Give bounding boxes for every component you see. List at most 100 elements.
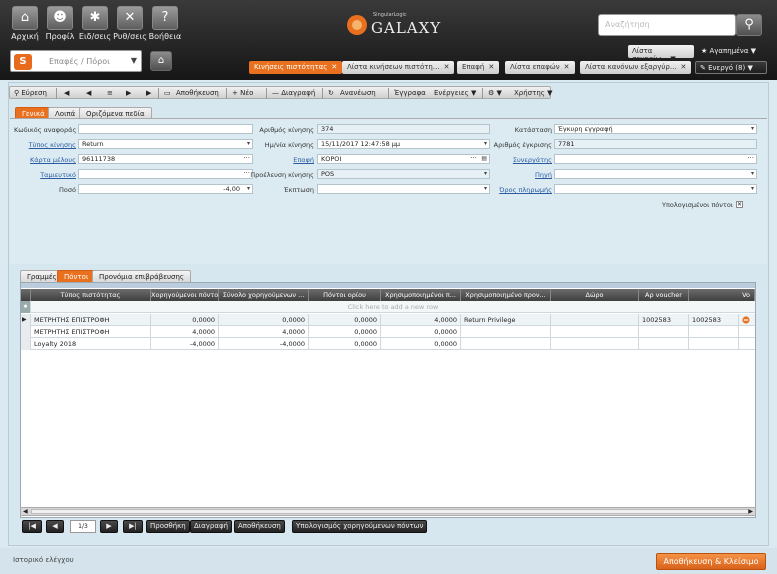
- grid-cell[interactable]: [639, 338, 689, 350]
- move-date-field[interactable]: 15/11/2017 12:47:58 μμ ▾: [317, 139, 490, 149]
- store-label[interactable]: Ταμιευτικό: [14, 171, 76, 179]
- store-field[interactable]: ···: [78, 169, 253, 179]
- col-used-privilege[interactable]: Χρησιμοποιημένο προν...: [461, 289, 551, 301]
- first-record-button[interactable]: ◀: [64, 88, 69, 99]
- next-record-button[interactable]: ▶: [126, 88, 131, 99]
- grid-cell[interactable]: 0,0000: [381, 326, 461, 338]
- lookup-icon[interactable]: ···: [243, 155, 250, 162]
- actions-button[interactable]: Ενέργειες ▼: [434, 88, 476, 99]
- tab-points[interactable]: Πόντοι: [57, 270, 96, 282]
- nav-profile-button[interactable]: ☻ Προφίλ: [43, 6, 77, 46]
- user-menu-button[interactable]: Χρήστης ▼: [514, 88, 552, 99]
- tab-loyalty-moves[interactable]: Κινήσεις πιστότητας ✕: [249, 61, 343, 74]
- new-button[interactable]: + Νέο: [232, 88, 253, 99]
- add-row-text[interactable]: Click here to add a new row: [31, 301, 755, 313]
- grid-cell[interactable]: 1002583: [689, 314, 739, 326]
- grid-add-button[interactable]: Προσθήκη: [146, 520, 190, 533]
- tab-loyalty-moves-list[interactable]: Λίστα κινήσεων πιστότη... ✕: [342, 61, 455, 74]
- grid-cell[interactable]: 4,0000: [151, 326, 219, 338]
- card-field[interactable]: 96111738 ···: [78, 154, 253, 164]
- contact-label[interactable]: Επαφή: [250, 156, 314, 164]
- col-loyalty-type[interactable]: Τύπος πιστότητας: [31, 289, 151, 301]
- close-icon[interactable]: ✕: [444, 63, 450, 71]
- grid-cell[interactable]: [461, 338, 551, 350]
- grid-delete-button[interactable]: Διαγραφή: [190, 520, 233, 533]
- pager-page-field[interactable]: 1/3: [70, 520, 96, 533]
- card-label[interactable]: Κάρτα μέλους: [14, 156, 76, 164]
- close-icon[interactable]: ✕: [564, 63, 570, 71]
- close-icon[interactable]: ✕: [681, 63, 687, 71]
- partner-field[interactable]: ···: [554, 154, 757, 164]
- grid-scrollbar[interactable]: ◀ ▶: [20, 507, 756, 516]
- col-limit-points[interactable]: Πόντοι ορίου: [309, 289, 381, 301]
- row-selector[interactable]: [21, 326, 31, 338]
- calc-points-checkbox[interactable]: ✕: [736, 201, 743, 208]
- grid-cell[interactable]: 4,0000: [381, 314, 461, 326]
- scroll-left-icon[interactable]: ◀: [23, 508, 28, 515]
- scroll-thumb[interactable]: [31, 509, 749, 514]
- payment-select[interactable]: ▾: [554, 184, 757, 194]
- grid-save-button[interactable]: Αποθήκευση: [234, 520, 285, 533]
- lookup-icon[interactable]: ···: [470, 155, 477, 162]
- source-select[interactable]: ▾: [554, 169, 757, 179]
- grid-cell[interactable]: [551, 326, 639, 338]
- status-select[interactable]: Έγκυρη εγγραφή ▾: [554, 124, 757, 134]
- find-button[interactable]: ⚲ Εύρεση: [14, 88, 47, 99]
- tab-redemption-rules-list[interactable]: Λίστα κανόνων εξαργύρ... ✕: [580, 61, 692, 74]
- audit-history-link[interactable]: Ιστορικό ελέγχου: [13, 556, 74, 564]
- grid-cell[interactable]: 0,0000: [309, 338, 381, 350]
- lookup-icon[interactable]: ···: [243, 170, 250, 177]
- col-used-points[interactable]: Χρησιμοποιημένοι π...: [381, 289, 461, 301]
- discount-select[interactable]: ▾: [317, 184, 490, 194]
- grid-cell[interactable]: [551, 314, 639, 326]
- row-selector[interactable]: ▶: [21, 314, 31, 326]
- pager-next-button[interactable]: ▶: [100, 520, 118, 533]
- payment-label[interactable]: Όρος πληρωμής: [490, 186, 552, 194]
- search-input[interactable]: Αναζήτηση: [598, 14, 736, 36]
- nav-settings-button[interactable]: ✕ Ρυθ/σεις: [113, 6, 147, 46]
- col-voucher-no[interactable]: Αρ voucher: [639, 289, 689, 301]
- grid-cell[interactable]: -4,0000: [219, 338, 309, 350]
- tab-contact[interactable]: Επαφή ✕: [457, 61, 500, 74]
- grid-cell[interactable]: 0,0000: [219, 314, 309, 326]
- prev-record-button[interactable]: ◀: [86, 88, 91, 99]
- module-selector[interactable]: S Επαφές / Πόροι ▼: [10, 50, 142, 72]
- tab-contacts-list[interactable]: Λίστα επαφών ✕: [505, 61, 575, 74]
- col-voucher[interactable]: Vo: [689, 289, 755, 301]
- grid-cell[interactable]: 0,0000: [381, 338, 461, 350]
- amount-field[interactable]: -4,00 ▾: [78, 184, 253, 194]
- grid-cell[interactable]: 0,0000: [309, 326, 381, 338]
- grid-cell[interactable]: 4,0000: [219, 326, 309, 338]
- nav-notifications-button[interactable]: ✱ Ειδ/σεις: [78, 6, 112, 46]
- lookup-icon[interactable]: ···: [747, 155, 754, 162]
- ref-code-field[interactable]: [78, 124, 253, 134]
- pager-prev-button[interactable]: ◀: [46, 520, 64, 533]
- col-gift[interactable]: Δώρο: [551, 289, 639, 301]
- table-row[interactable]: ▶ ΜΕΤΡΗΤΗΣ ΕΠΙΣΤΡΟΦΗ 0,0000 0,0000 0,0000 4,0…: [21, 314, 755, 326]
- grid-cell[interactable]: Loyalty 2018: [31, 338, 151, 350]
- contact-card-icon[interactable]: ▤: [481, 155, 487, 162]
- pager-last-button[interactable]: ▶|: [123, 520, 143, 533]
- refresh-button[interactable]: Ανανέωση: [340, 88, 376, 99]
- voucher-action-icon[interactable]: [739, 314, 755, 326]
- partner-label[interactable]: Συνεργάτης: [490, 156, 552, 164]
- source-label[interactable]: Πηγή: [490, 171, 552, 179]
- grid-cell[interactable]: ΜΕΤΡΗΤΗΣ ΕΠΙΣΤΡΟΦΗ: [31, 326, 151, 338]
- documents-button[interactable]: Έγγραφα: [394, 88, 426, 99]
- table-row[interactable]: ΜΕΤΡΗΤΗΣ ΕΠΙΣΤΡΟΦΗ 4,0000 4,0000 0,0000 0,00…: [21, 326, 755, 338]
- row-selector[interactable]: [21, 338, 31, 350]
- grid-cell[interactable]: -4,0000: [151, 338, 219, 350]
- grid-cell[interactable]: [639, 326, 689, 338]
- grid-cell[interactable]: [689, 338, 739, 350]
- calc-granted-points-button[interactable]: Υπολογισμός χορηγούμενων πόντων: [292, 520, 428, 533]
- grid-cell[interactable]: [689, 326, 739, 338]
- grid-cell[interactable]: [551, 338, 639, 350]
- save-and-close-button[interactable]: Αποθήκευση & Κλείσιμο: [656, 553, 766, 570]
- favorites-button[interactable]: ★ Αγαπημένα ▼: [697, 45, 767, 58]
- nav-help-button[interactable]: ? Βοήθεια: [148, 6, 182, 46]
- active-windows-button[interactable]: ✎ Ενεργό (8) ▼: [695, 61, 767, 74]
- move-type-select[interactable]: Return ▾: [78, 139, 253, 149]
- table-row[interactable]: Loyalty 2018 -4,0000 -4,0000 0,0000 0,0000: [21, 338, 755, 350]
- scenario-list-button[interactable]: Λίστα σεναρίω... ▼: [628, 45, 694, 63]
- grid-cell[interactable]: [461, 326, 551, 338]
